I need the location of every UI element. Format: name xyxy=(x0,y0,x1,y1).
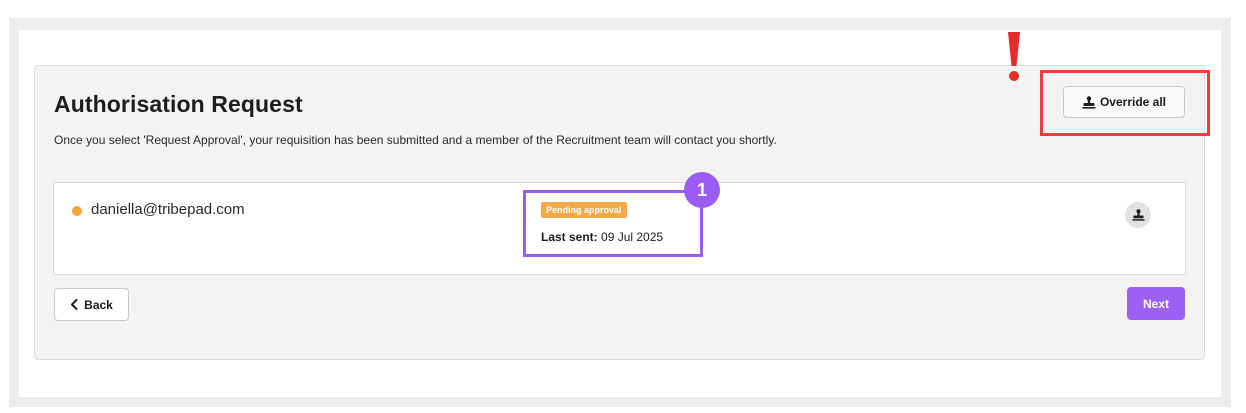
last-sent-label: Last sent: xyxy=(541,230,598,244)
step-number-badge: 1 xyxy=(684,172,720,208)
back-button[interactable]: Back xyxy=(54,288,129,321)
approver-email: daniella@tribepad.com xyxy=(91,201,245,218)
exclamation-icon xyxy=(1004,28,1024,84)
page-description: Once you select 'Request Approval', your… xyxy=(54,133,777,147)
stamp-icon xyxy=(1132,209,1145,221)
next-label: Next xyxy=(1142,296,1169,311)
last-sent-value: 09 Jul 2025 xyxy=(601,230,664,244)
back-label: Back xyxy=(84,297,113,312)
last-sent: Last sent: 09 Jul 2025 xyxy=(541,230,663,244)
status-highlight-box xyxy=(523,190,703,257)
page-title: Authorisation Request xyxy=(54,91,303,117)
override-highlight-box xyxy=(1040,70,1210,136)
approver-override-button[interactable] xyxy=(1125,202,1151,228)
status-badge: Pending approval xyxy=(541,202,627,218)
next-button[interactable]: Next xyxy=(1127,287,1185,320)
chevron-left-icon xyxy=(70,299,78,310)
status-dot xyxy=(72,206,82,216)
